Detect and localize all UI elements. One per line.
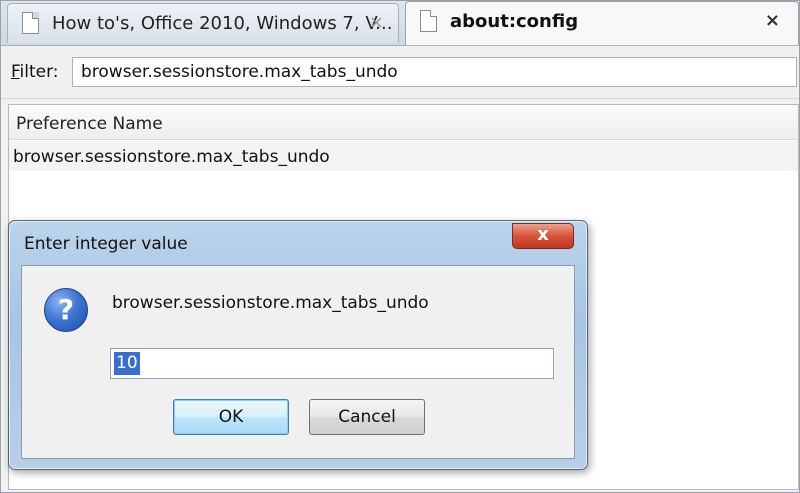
question-icon: ?	[44, 288, 88, 332]
tab-bar: How to's, Office 2010, Windows 7, V... ×…	[1, 1, 799, 46]
dialog-message: browser.sessionstore.max_tabs_undo	[112, 293, 429, 313]
close-icon[interactable]: ×	[369, 13, 384, 33]
ok-button[interactable]: OK	[173, 399, 289, 435]
preference-name-cell: browser.sessionstore.max_tabs_undo	[13, 147, 330, 167]
close-icon[interactable]: ×	[765, 11, 780, 31]
enter-integer-dialog: Enter integer value x ? browser.sessions…	[8, 220, 588, 470]
firefox-window: How to's, Office 2010, Windows 7, V... ×…	[0, 0, 800, 493]
tab-label: about:config	[450, 11, 579, 32]
filter-bar: Filter:	[1, 46, 799, 99]
tab-label: How to's, Office 2010, Windows 7, V...	[52, 13, 393, 34]
page-icon	[22, 12, 39, 34]
column-header-preference-name[interactable]: Preference Name	[9, 105, 798, 140]
close-button[interactable]: x	[512, 223, 574, 249]
page-icon	[420, 10, 437, 32]
tab-how-tos[interactable]: How to's, Office 2010, Windows 7, V... ×	[7, 3, 399, 43]
tab-about-config[interactable]: about:config ×	[405, 1, 799, 45]
filter-input[interactable]	[72, 57, 797, 87]
filter-label: Filter:	[11, 62, 59, 82]
dialog-title: Enter integer value	[24, 234, 188, 254]
integer-value-input[interactable]	[110, 348, 554, 379]
table-row[interactable]: browser.sessionstore.max_tabs_undo	[9, 141, 798, 171]
dialog-body: ? browser.sessionstore.max_tabs_undo 10 …	[21, 265, 575, 459]
cancel-button[interactable]: Cancel	[309, 399, 425, 435]
